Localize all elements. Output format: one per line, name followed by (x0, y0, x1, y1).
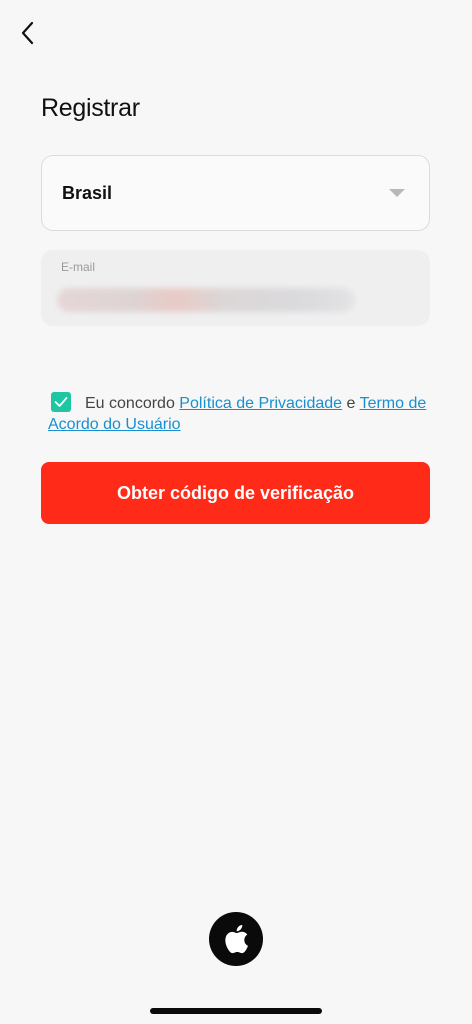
email-field[interactable]: E-mail (41, 250, 430, 326)
apple-login-button[interactable] (209, 912, 263, 966)
caret-down-icon (389, 189, 405, 197)
agreement-checkbox[interactable] (51, 392, 71, 412)
agreement-conjunction: e (346, 395, 356, 412)
check-icon (54, 397, 68, 407)
apple-logo-icon (225, 924, 248, 954)
chevron-left-icon (21, 21, 34, 45)
agreement-prefix: Eu concordo (85, 395, 175, 412)
country-select[interactable]: Brasil (41, 155, 430, 231)
home-indicator (150, 1008, 322, 1014)
country-value: Brasil (62, 182, 113, 203)
page-title: Registrar (41, 94, 140, 122)
email-value-blurred (57, 288, 355, 312)
back-button[interactable] (14, 18, 42, 48)
email-label: E-mail (61, 260, 96, 274)
privacy-policy-link[interactable]: Política de Privacidade (179, 395, 342, 412)
get-verification-code-button[interactable]: Obter código de verificação (41, 462, 430, 524)
agreement-row: Eu concordo Política de Privacidade e Te… (48, 392, 428, 435)
register-screen: Registrar Brasil E-mail Eu concordo Polí… (0, 0, 472, 1024)
